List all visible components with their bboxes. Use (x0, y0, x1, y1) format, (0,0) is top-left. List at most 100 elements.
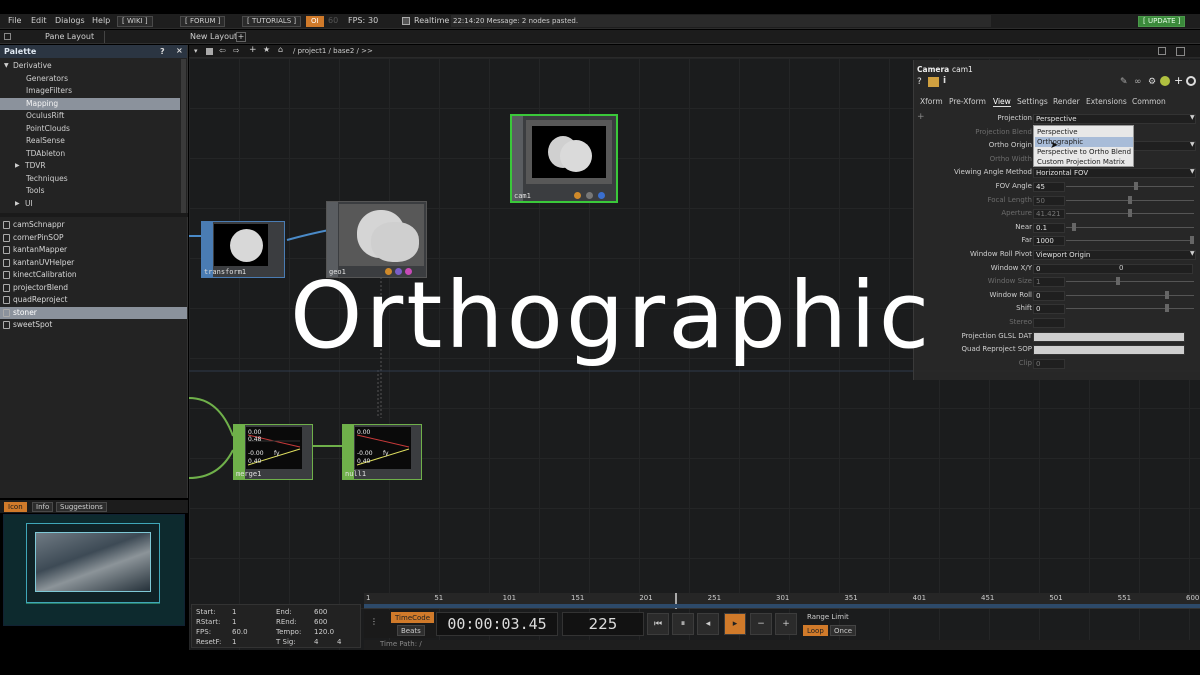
node-label[interactable]: transform1 (204, 268, 246, 276)
param-menu[interactable]: Perspective (1033, 114, 1196, 124)
step-back-icon[interactable]: ◂ (697, 613, 719, 635)
maximize-icon[interactable] (1158, 47, 1166, 55)
merge-node[interactable]: 0.00 0.48 -0.00 fy 0.40 merge1 (233, 424, 313, 480)
param-field[interactable]: 0 (1033, 358, 1065, 369)
param-slider[interactable] (1066, 304, 1194, 313)
palette-file[interactable]: projectorBlend (0, 282, 187, 294)
loop-toggle[interactable]: Loop (803, 625, 828, 636)
node-label[interactable]: null1 (345, 470, 366, 478)
palette-item[interactable]: TDAbleton (0, 148, 180, 160)
minus-icon[interactable]: − (750, 613, 772, 635)
stop-icon[interactable] (206, 48, 213, 55)
tab-render[interactable]: Render (1053, 97, 1080, 106)
back-icon[interactable]: ⇦ (219, 46, 226, 55)
tree-scrollbar[interactable] (181, 59, 186, 213)
slider-handle[interactable] (1190, 236, 1194, 245)
palette-item[interactable]: ImageFilters (0, 85, 180, 97)
resetf-value[interactable]: 1 (232, 638, 236, 646)
help-icon[interactable]: ? (160, 47, 165, 56)
update-button[interactable]: [ UPDATE ] (1138, 16, 1186, 27)
flag-icon[interactable] (598, 192, 605, 199)
rstart-value[interactable]: 1 (232, 618, 236, 626)
pane-layout-label[interactable]: Pane Layout (45, 32, 94, 41)
tab-view[interactable]: View (993, 97, 1011, 107)
slider-handle[interactable] (1165, 290, 1170, 299)
palette-item[interactable]: PointClouds (0, 123, 180, 135)
timecode-display[interactable]: 00:00:03.45 (436, 612, 558, 636)
star-icon[interactable]: ★ (263, 45, 270, 54)
wiki-button[interactable]: [ WIKI ] (117, 16, 153, 27)
tab-suggestions[interactable]: Suggestions (56, 502, 107, 512)
flag-icon[interactable] (586, 192, 593, 199)
dropdown-option[interactable]: Custom Projection Matrix (1035, 157, 1133, 167)
param-field[interactable]: 45 (1033, 182, 1065, 192)
param-slider[interactable] (1066, 277, 1194, 286)
add-layout-icon[interactable]: + (236, 32, 246, 42)
add-icon[interactable]: + (249, 45, 257, 55)
node-label[interactable]: merge1 (236, 470, 261, 478)
param-field[interactable]: 0 (1119, 264, 1123, 272)
camera-node[interactable]: cam1 (510, 114, 618, 203)
param-field[interactable]: 1000 (1033, 236, 1065, 247)
palette-file[interactable]: kinectCalibration (0, 269, 187, 281)
palette-item[interactable]: ▼ Derivative (0, 60, 180, 72)
menu-edit[interactable]: Edit (31, 16, 47, 25)
param-field[interactable]: 0 (1033, 263, 1193, 274)
timecode-toggle[interactable]: TimeCode (391, 612, 435, 623)
slider-handle[interactable] (1115, 277, 1120, 286)
slider-handle[interactable] (1134, 182, 1139, 190)
timeline-ruler[interactable]: 1 51 101 151 201 251 301 351 401 451 501 551 600 (364, 593, 1200, 609)
close-icon[interactable]: × (176, 46, 183, 55)
pause-icon[interactable]: ⏸ (672, 613, 694, 635)
param-menu[interactable]: Viewport Origin (1033, 250, 1196, 260)
null-node[interactable]: 0.00 -0.00 fy 0.40 null1 (342, 424, 422, 480)
menu-file[interactable]: File (8, 16, 21, 25)
info-icon[interactable]: i (943, 76, 946, 86)
param-field[interactable] (1033, 331, 1185, 342)
chevron-down-icon[interactable]: ▼ (1190, 141, 1195, 148)
palette-item[interactable]: ▶ UI (0, 198, 180, 210)
palette-item[interactable]: OculusRift (0, 110, 180, 122)
param-slider[interactable] (1066, 209, 1194, 218)
tab-settings[interactable]: Settings (1017, 97, 1048, 106)
expand-right-icon[interactable]: ▶ (15, 160, 20, 172)
projection-dropdown-menu[interactable]: Perspective Orthographic Perspective to Or… (1033, 125, 1134, 167)
expand-right-icon[interactable]: ▶ (15, 198, 20, 210)
param-slider[interactable] (1066, 222, 1194, 231)
op-name[interactable]: cam1 (952, 65, 973, 74)
param-menu[interactable]: Horizontal FOV (1033, 168, 1196, 179)
fps-value[interactable]: 60.0 (232, 628, 248, 636)
param-slider[interactable] (1066, 236, 1194, 245)
tab-extensions[interactable]: Extensions (1086, 97, 1127, 106)
network-path[interactable]: / project1 / base2 / >> (293, 47, 373, 55)
palette-file[interactable]: kantanUVHelper (0, 257, 187, 269)
transform-node[interactable]: transform1 (201, 221, 285, 278)
chevron-down-icon[interactable]: ▼ (1190, 250, 1195, 257)
new-layout-label[interactable]: New Layout (190, 32, 237, 41)
fps-value[interactable]: 30 (368, 16, 378, 25)
flag-icon[interactable] (574, 192, 581, 199)
palette-item[interactable]: Mapping (0, 97, 180, 110)
palette-file[interactable]: kantanMapper (0, 244, 187, 256)
menu-help[interactable]: Help (92, 16, 110, 25)
tab-icon[interactable]: Icon (4, 502, 27, 512)
menu-dialogs[interactable]: Dialogs (55, 16, 85, 25)
palette-item[interactable]: RealSense (0, 135, 180, 147)
target-icon[interactable] (1186, 76, 1196, 86)
python-icon[interactable]: ⚙ (1148, 77, 1156, 87)
end-value[interactable]: 600 (314, 608, 327, 616)
start-value[interactable]: 1 (232, 608, 236, 616)
pencil-icon[interactable]: ✎ (1120, 77, 1128, 87)
param-field[interactable]: 41.421 (1033, 209, 1065, 220)
window-icon[interactable] (1176, 47, 1185, 56)
camera-icon[interactable] (928, 77, 939, 87)
forward-icon[interactable]: ⇨ (233, 46, 240, 55)
palette-file[interactable]: cornerPinSOP (0, 232, 187, 244)
palette-item[interactable]: Generators (0, 73, 180, 85)
rewind-icon[interactable]: ⏮ (647, 613, 669, 635)
tab-xform[interactable]: Xform (920, 97, 943, 106)
tutorials-button[interactable]: [ TUTORIALS ] (242, 16, 302, 27)
home-icon[interactable]: ⌂ (278, 45, 283, 54)
play-icon[interactable]: ▸ (724, 613, 746, 635)
help-icon[interactable]: ? (917, 77, 922, 87)
